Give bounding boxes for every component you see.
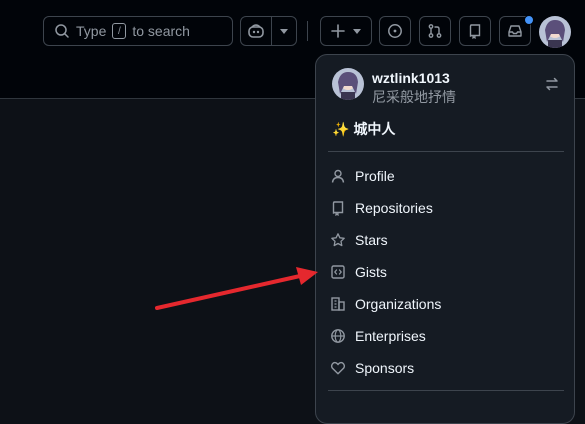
inbox-icon xyxy=(508,25,522,37)
menu-item-label: Enterprises xyxy=(355,328,426,344)
issues-button[interactable] xyxy=(379,16,411,46)
globe-icon xyxy=(330,328,346,344)
menu-item-label: Repositories xyxy=(355,200,433,216)
issue-opened-icon xyxy=(388,24,402,38)
person-icon xyxy=(330,168,346,184)
notification-indicator xyxy=(524,15,534,25)
search-placeholder-before: Type xyxy=(76,23,107,39)
menu-item-label: Organizations xyxy=(355,296,442,312)
search-shortcut-key: / xyxy=(112,23,127,39)
username: wztlink1013 xyxy=(372,70,450,86)
avatar-image xyxy=(539,16,571,48)
organization-icon xyxy=(330,296,346,312)
search-input[interactable]: Type / to search xyxy=(43,16,233,46)
create-new-button[interactable] xyxy=(320,16,372,46)
user-menu: wztlink1013 尼采般地抒情 ✨ 城中人 Profile Reposit… xyxy=(315,54,575,424)
search-icon xyxy=(55,24,69,38)
copilot-icon xyxy=(248,24,264,38)
user-fullname: 尼采般地抒情 xyxy=(372,89,456,105)
copilot-button[interactable] xyxy=(240,16,272,46)
menu-item-enterprises[interactable]: Enterprises xyxy=(328,321,564,351)
toolbar-divider xyxy=(307,21,308,41)
triangle-down-icon xyxy=(353,29,361,34)
avatar xyxy=(332,68,364,100)
menu-item-label: Profile xyxy=(355,168,395,184)
plus-icon xyxy=(331,24,345,38)
search-placeholder-after: to search xyxy=(132,23,190,39)
repositories-button[interactable] xyxy=(459,16,491,46)
code-square-icon xyxy=(330,264,346,280)
heart-icon xyxy=(330,360,346,376)
switch-account-icon[interactable] xyxy=(544,76,560,97)
menu-item-sponsors[interactable]: Sponsors xyxy=(328,353,564,383)
triangle-down-icon xyxy=(280,29,288,34)
user-menu-header: wztlink1013 尼采般地抒情 xyxy=(332,68,560,105)
menu-item-label: Sponsors xyxy=(355,360,415,376)
menu-item-gists[interactable]: Gists xyxy=(328,257,564,287)
user-avatar-button[interactable] xyxy=(539,16,571,48)
avatar-image xyxy=(332,68,364,100)
menu-divider xyxy=(328,390,564,391)
git-pull-request-icon xyxy=(428,24,442,38)
menu-item-organizations[interactable]: Organizations xyxy=(328,289,564,319)
copilot-menu-button[interactable] xyxy=(271,16,297,46)
menu-item-label: Stars xyxy=(355,232,388,248)
repo-icon xyxy=(469,24,481,39)
repo-icon xyxy=(330,200,346,216)
menu-divider xyxy=(328,151,564,152)
status-emoji: ✨ xyxy=(332,120,350,137)
star-icon xyxy=(330,232,346,248)
user-status[interactable]: ✨ 城中人 xyxy=(332,119,395,139)
menu-item-profile[interactable]: Profile xyxy=(328,161,564,191)
status-text: 城中人 xyxy=(353,121,396,137)
menu-item-repositories[interactable]: Repositories xyxy=(328,193,564,223)
pull-requests-button[interactable] xyxy=(419,16,451,46)
menu-item-label: Gists xyxy=(355,264,387,280)
menu-item-stars[interactable]: Stars xyxy=(328,225,564,255)
